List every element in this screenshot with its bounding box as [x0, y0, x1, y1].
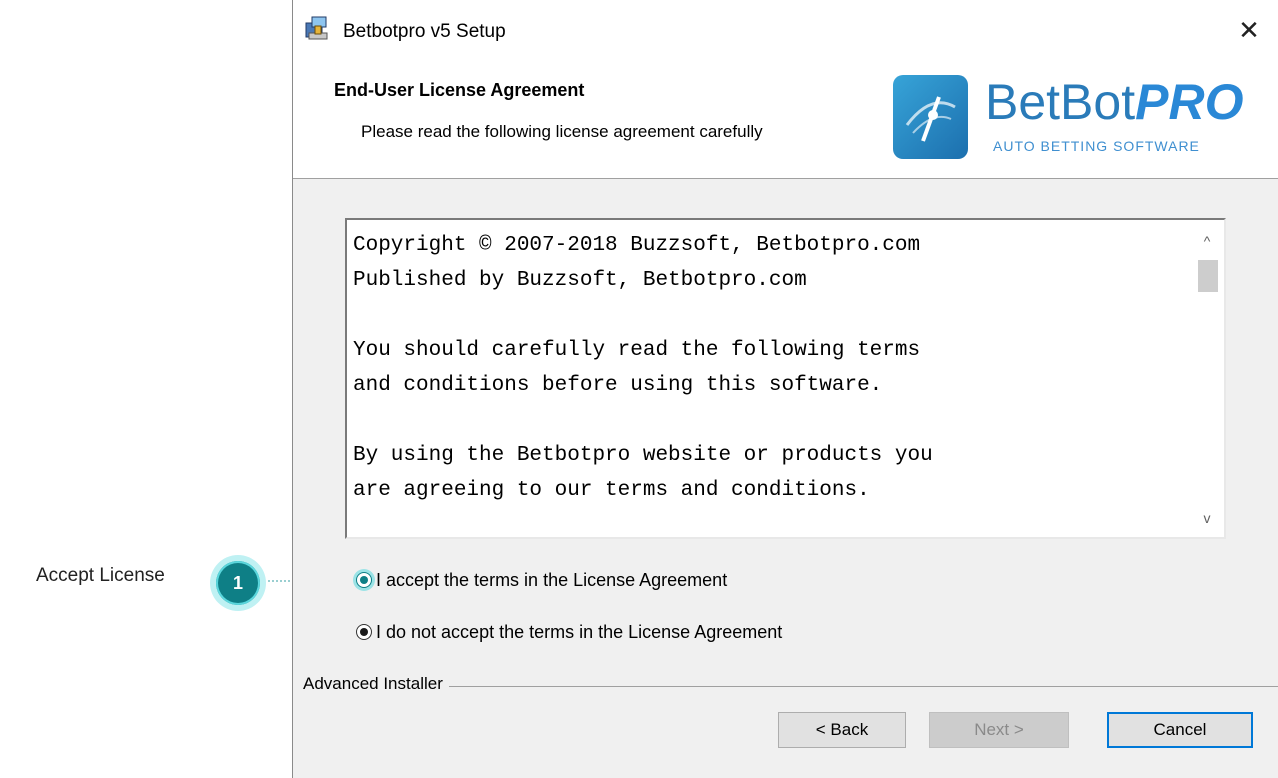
- callout-label: Accept License: [36, 565, 165, 586]
- close-icon: ✕: [1238, 14, 1260, 45]
- cancel-button[interactable]: Cancel: [1107, 712, 1253, 748]
- logo-mark: [893, 75, 968, 159]
- next-button[interactable]: Next >: [929, 712, 1069, 748]
- decline-radio-dot: [360, 628, 368, 636]
- license-scrollbar[interactable]: ^ v: [1190, 220, 1224, 537]
- page-subtitle: Please read the following license agreem…: [361, 122, 763, 141]
- decline-radio[interactable]: I do not accept the terms in the License…: [356, 618, 782, 646]
- logo-name-main: BetBot: [985, 74, 1136, 130]
- scroll-up-icon[interactable]: ^: [1190, 226, 1224, 256]
- back-button[interactable]: < Back: [778, 712, 906, 748]
- footer-divider: [303, 686, 1278, 687]
- decline-radio-label[interactable]: I do not accept the terms in the License…: [376, 622, 782, 643]
- logo-mark-icon: [905, 96, 956, 142]
- header-banner: End-User License Agreement Please read t…: [293, 70, 1278, 179]
- window-title: Betbotpro v5 Setup: [343, 21, 506, 42]
- logo-wordmark: BetBotPRO: [985, 77, 1243, 127]
- license-textbox[interactable]: Copyright © 2007-2018 Buzzsoft, Betbotpr…: [345, 218, 1226, 539]
- title-bar: Betbotpro v5 Setup ✕: [293, 0, 1278, 70]
- callout-number: 1: [216, 561, 260, 605]
- callout-badge: 1: [210, 555, 266, 611]
- accept-radio-label[interactable]: I accept the terms in the License Agreem…: [376, 570, 727, 591]
- license-text: Copyright © 2007-2018 Buzzsoft, Betbotpr…: [353, 234, 933, 502]
- page-title: End-User License Agreement: [334, 80, 585, 100]
- installer-brand-label: Advanced Installer: [303, 674, 449, 694]
- accept-radio-dot: [360, 576, 368, 584]
- logo-name-accent: PRO: [1135, 74, 1244, 130]
- installer-icon: [305, 16, 328, 40]
- setup-dialog: Betbotpro v5 Setup ✕ End-User License Ag…: [292, 0, 1278, 778]
- betbotpro-logo: BetBotPRO AUTO BETTING SOFTWARE: [893, 75, 1243, 161]
- decline-radio-circle[interactable]: [356, 624, 372, 640]
- close-button[interactable]: ✕: [1233, 14, 1265, 46]
- accept-radio-circle[interactable]: [356, 572, 372, 588]
- scroll-thumb[interactable]: [1198, 260, 1218, 292]
- accept-radio[interactable]: I accept the terms in the License Agreem…: [356, 566, 727, 594]
- scroll-down-icon[interactable]: v: [1190, 503, 1224, 533]
- logo-tagline: AUTO BETTING SOFTWARE: [993, 138, 1200, 154]
